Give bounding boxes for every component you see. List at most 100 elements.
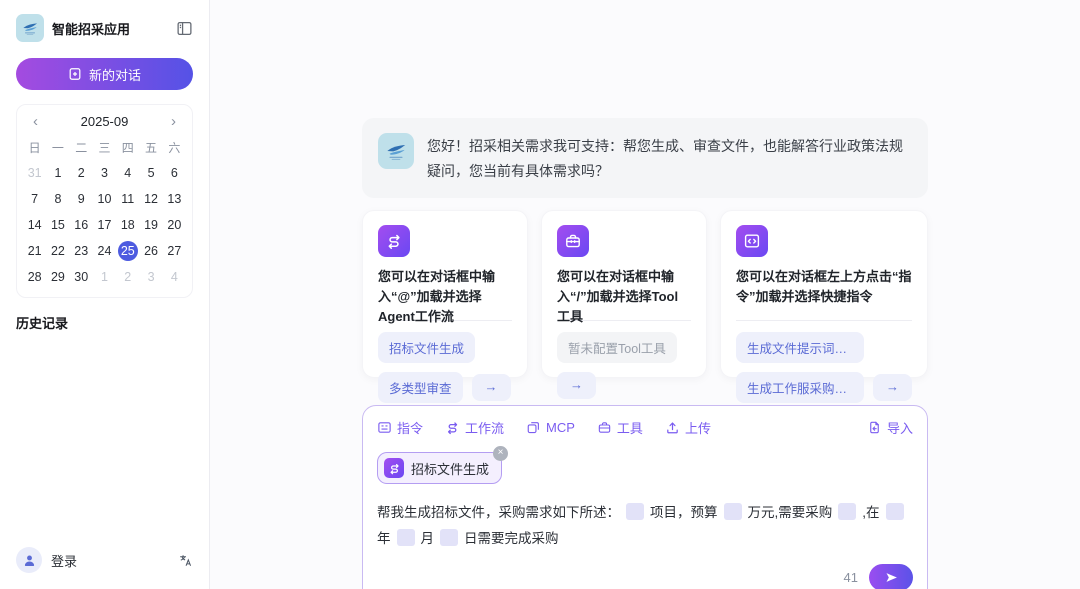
login-button[interactable]: 登录 [51,551,169,570]
calendar-day[interactable]: 7 [23,188,46,211]
calendar-day[interactable]: 15 [46,214,69,237]
calendar-day[interactable]: 28 [23,266,46,289]
calendar-month: 2025-09 [80,114,129,129]
bird-logo-icon [387,145,406,160]
send-button[interactable] [869,564,913,589]
new-chat-button[interactable]: 新的对话 [16,58,193,90]
language-switch-icon[interactable] [178,553,193,568]
prompt-blank-field[interactable] [723,503,742,520]
more-commands-button[interactable]: → [873,374,912,401]
calendar-day[interactable]: 4 [163,266,186,289]
commands-label: 指令 [397,421,424,436]
calendar-day[interactable]: 24 [93,240,116,263]
workflow-chip[interactable]: 招标文件生成 × [377,446,509,484]
calendar-day[interactable]: 20 [163,214,186,237]
prompt-blank-field[interactable] [626,503,644,520]
prompt-blank-field[interactable] [396,528,415,546]
calendar-day[interactable]: 11 [116,188,139,211]
card-title: 您可以在对话框中输入“/”加载并选择Tool工具 [557,269,679,325]
calendar-day[interactable]: 23 [70,240,93,263]
workflow-label: 工作流 [465,421,505,436]
user-icon [24,555,34,566]
prompt-text: 月 [420,530,435,546]
calendar-day[interactable]: 27 [163,240,186,263]
workflow-tag[interactable]: 多类型审查 [378,372,463,403]
new-document-icon [69,68,81,80]
main-area: 您好！招采相关需求我可支持：帮您生成、审查文件，也能解答行业政策法规疑问，您当前… [210,0,1080,589]
calendar-day[interactable]: 3 [93,162,116,185]
calendar-day[interactable]: 12 [139,188,162,211]
commands-button[interactable]: 指令 [377,418,423,437]
calendar-day[interactable]: 26 [139,240,162,263]
mcp-button[interactable]: MCP [526,420,575,435]
calendar-day[interactable]: 19 [139,214,162,237]
more-tools-button[interactable]: → [557,372,596,399]
composer-prompt[interactable]: 帮我生成招标文件，采购需求如下所述： 项目，预算 万元,需要采购 ,在年 月 日需要完成采… [377,500,913,551]
calendar-day[interactable]: 6 [163,162,186,185]
prompt-text: 万元,需要采购 [747,505,833,520]
send-icon [886,573,897,583]
sidebar-header: 智能招采应用 [16,14,193,42]
sidebar-collapse-icon[interactable] [176,20,193,37]
workflow-icon [447,422,458,435]
calendar-day[interactable]: 9 [70,188,93,211]
prompt-blank-field[interactable] [838,503,857,520]
tools-label: 工具 [616,421,643,436]
calendar-day[interactable]: 10 [93,188,116,211]
char-count: 41 [843,570,858,586]
more-workflows-button[interactable]: → [471,374,511,401]
calendar-day[interactable]: 3 [139,266,162,289]
avatar[interactable] [16,547,42,573]
calendar-day[interactable]: 16 [70,214,93,237]
calendar-day[interactable]: 13 [163,188,186,211]
tools-button[interactable]: 工具 [597,418,643,437]
calendar-day[interactable]: 18 [116,214,139,237]
card-tools: 您可以在对话框中输入“/”加载并选择Tool工具 暂未配置Tool工具 → [541,210,707,399]
welcome-text: 您好！招采相关需求我可支持：帮您生成、审查文件，也能解答行业政策法规疑问，您当前… [427,138,903,179]
prompt-blank-field[interactable] [440,528,458,546]
prompt-blank-field[interactable] [885,503,904,520]
calendar-day[interactable]: 31 [23,162,46,185]
calendar-day-selected[interactable]: 25 [116,240,139,263]
calendar-weekday: 三 [98,141,111,155]
code-window-icon [736,225,768,257]
chip-close-icon[interactable]: × [493,446,509,461]
calendar-day[interactable]: 22 [46,240,69,263]
calendar-day[interactable]: 14 [23,214,46,237]
calendar-weekday: 六 [168,141,181,155]
upload-button[interactable]: 上传 [665,418,711,437]
workflow-icon [378,225,410,257]
mcp-label: MCP [546,420,575,435]
command-tag[interactable]: 生成工作服采购招... [736,372,864,403]
command-tag[interactable]: 生成文件提示词模版 [736,332,864,363]
calendar-day[interactable]: 17 [93,214,116,237]
calendar-day[interactable]: 21 [23,240,46,263]
app-logo [16,14,44,42]
calendar-next-icon[interactable]: › [169,114,178,129]
workflow-button[interactable]: 工作流 [445,418,504,437]
calendar-day[interactable]: 4 [116,162,139,185]
import-button[interactable]: 导入 [867,418,913,437]
command-icon [378,422,391,433]
calendar-day[interactable]: 29 [46,266,69,289]
calendar-day[interactable]: 30 [70,266,93,289]
calendar-prev-icon[interactable]: ‹ [31,114,40,129]
calendar-day[interactable]: 1 [46,162,69,185]
calendar-day[interactable]: 2 [70,162,93,185]
calendar-day[interactable]: 8 [46,188,69,211]
sidebar: 智能招采应用 新的对话 ‹ 2025-09 › 日一二三四五六 31 1 2 3 4 5 6 7… [0,0,210,589]
import-label: 导入 [886,421,913,436]
toolbox-icon [557,225,589,257]
calendar: ‹ 2025-09 › 日一二三四五六 31 1 2 3 4 5 6 7 8 9 10 11 12 13 14… [16,104,193,298]
app-title: 智能招采应用 [52,21,131,37]
prompt-text: ,在 [862,505,880,520]
new-chat-label: 新的对话 [88,67,141,83]
calendar-day[interactable]: 2 [116,266,139,289]
calendar-grid: 日一二三四五六 31 1 2 3 4 5 6 7 8 9 10 11 12 13 14 15 16 17 18 19 20… [23,137,186,289]
calendar-weekday: 四 [121,141,134,155]
workflow-tag[interactable]: 招标文件生成 [378,332,476,363]
calendar-day[interactable]: 1 [93,266,116,289]
composer-bottom: 41 [377,564,913,589]
sidebar-footer: 登录 [16,547,193,573]
calendar-day[interactable]: 5 [139,162,162,185]
